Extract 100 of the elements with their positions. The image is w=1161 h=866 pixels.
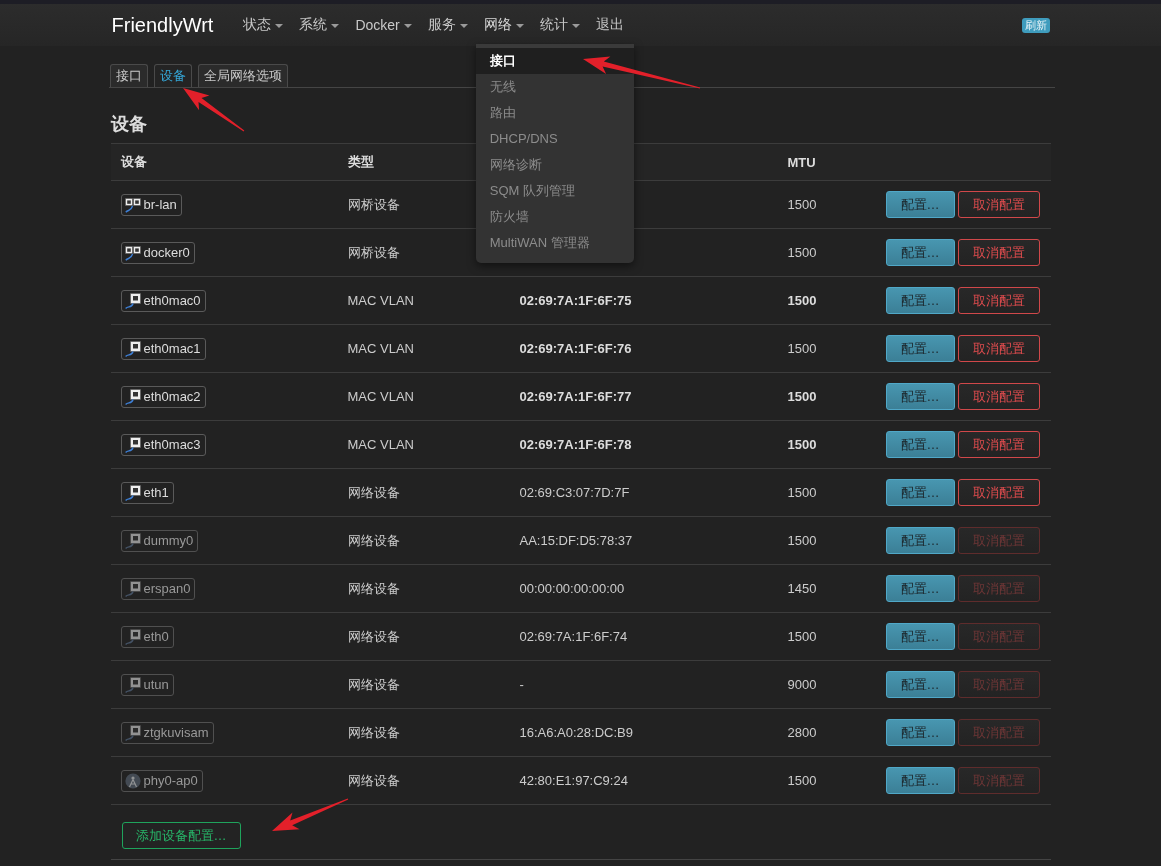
device-type: MAC VLAN	[347, 389, 414, 404]
nav-menu-item[interactable]: 状态	[235, 4, 292, 46]
nav-menu-item[interactable]: 网络	[475, 4, 532, 46]
configure-button[interactable]: 配置…	[885, 335, 955, 362]
configure-button[interactable]: 配置…	[885, 479, 955, 506]
mtu-value: 1500	[787, 197, 817, 212]
device-type: MAC VLAN	[347, 437, 414, 452]
device-name: eth0mac1	[143, 341, 201, 356]
unconfigure-button[interactable]: 取消配置	[957, 191, 1040, 218]
configure-button[interactable]: 配置…	[885, 623, 955, 650]
ethernet-port-icon	[124, 676, 141, 693]
device-name: eth0mac2	[143, 389, 201, 404]
ethernet-port-icon	[124, 484, 141, 501]
device-type: MAC VLAN	[347, 341, 414, 356]
mtu-value: 1500	[787, 245, 817, 260]
ethernet-port-icon	[124, 580, 141, 597]
mac-address: 00:00:00:00:00:00	[519, 581, 625, 596]
device-type: 网络设备	[347, 580, 400, 596]
configure-button[interactable]: 配置…	[885, 239, 955, 266]
dropdown-menu-item[interactable]: 路由	[475, 100, 634, 126]
device-type: 网桥设备	[347, 196, 400, 212]
unconfigure-button[interactable]: 取消配置	[957, 479, 1040, 506]
caret-icon	[275, 23, 284, 28]
unconfigure-button[interactable]: 取消配置	[957, 239, 1040, 266]
device-name: dummy0	[143, 533, 194, 548]
mac-address: 16:A6:A0:28:DC:B9	[519, 725, 633, 740]
dropdown-menu-item[interactable]: 无线	[475, 74, 634, 100]
dropdown-menu-item[interactable]: SQM 队列管理	[475, 178, 634, 204]
configure-button[interactable]: 配置…	[885, 191, 955, 218]
antenna-icon	[124, 772, 141, 789]
configure-button[interactable]: 配置…	[885, 719, 955, 746]
unconfigure-button[interactable]: 取消配置	[957, 431, 1040, 458]
configure-button[interactable]: 配置…	[885, 431, 955, 458]
caret-icon	[515, 23, 524, 28]
device-name: docker0	[143, 245, 190, 260]
device-name: eth0mac0	[143, 293, 201, 308]
dropdown-menu-item[interactable]: DHCP/DNS	[475, 126, 634, 152]
device-type: 网桥设备	[347, 244, 400, 260]
device-type: 网络设备	[347, 532, 400, 548]
refresh-badge[interactable]: 刷新	[1021, 17, 1050, 33]
mac-address: 02:69:7A:1F:6F:75	[519, 293, 632, 308]
add-device-config-button[interactable]: 添加设备配置…	[121, 822, 241, 849]
device-name: phy0-ap0	[143, 773, 198, 788]
ethernet-port-icon	[124, 436, 141, 453]
mac-address: 02:69:7A:1F:6F:77	[519, 389, 632, 404]
mtu-value: 1500	[787, 293, 817, 308]
mtu-value: 1500	[787, 341, 817, 356]
bridge-icon	[124, 244, 141, 261]
device-type: MAC VLAN	[347, 293, 414, 308]
column-header: 设备	[120, 153, 147, 171]
configure-button[interactable]: 配置…	[885, 527, 955, 554]
mtu-value: 9000	[787, 677, 817, 692]
dropdown-menu-item[interactable]: 接口	[475, 48, 634, 74]
dropdown-menu-item[interactable]: MultiWAN 管理器	[475, 230, 634, 256]
brand-name[interactable]: FriendlyWrt	[111, 13, 214, 37]
mac-address: 02:69:7A:1F:6F:76	[519, 341, 632, 356]
mtu-value: 1500	[787, 773, 817, 788]
nav-menu-item[interactable]: 退出	[587, 4, 632, 46]
configure-button[interactable]: 配置…	[885, 287, 955, 314]
nav-menu-item[interactable]: 服务	[419, 4, 476, 46]
ethernet-port-icon	[124, 724, 141, 741]
ethernet-port-icon	[124, 340, 141, 357]
tab[interactable]: 设备	[153, 64, 192, 87]
dropdown-menu-item[interactable]: 网络诊断	[475, 152, 634, 178]
mac-address: -	[519, 677, 524, 692]
configure-button[interactable]: 配置…	[885, 671, 955, 698]
bridge-icon	[124, 196, 141, 213]
mac-address: 42:80:E1:97:C9:24	[519, 773, 628, 788]
configure-button[interactable]: 配置…	[885, 575, 955, 602]
tab[interactable]: 全局网络选项	[197, 64, 288, 87]
mtu-value: 1500	[787, 437, 817, 452]
ethernet-port-icon	[124, 388, 141, 405]
mtu-value: 1450	[787, 581, 817, 596]
device-name: eth0mac3	[143, 437, 201, 452]
mac-address: AA:15:DF:D5:78:37	[519, 533, 633, 548]
mac-address: 02:69:C3:07:7D:7F	[519, 485, 630, 500]
nav-menu-item[interactable]: 统计	[531, 4, 588, 46]
device-name: eth1	[143, 485, 169, 500]
configure-button[interactable]: 配置…	[885, 383, 955, 410]
unconfigure-button[interactable]: 取消配置	[957, 383, 1040, 410]
unconfigure-button[interactable]: 取消配置	[957, 287, 1040, 314]
caret-icon	[459, 23, 468, 28]
tab[interactable]: 接口	[109, 64, 148, 87]
unconfigure-button[interactable]: 取消配置	[957, 335, 1040, 362]
dropdown-menu-item[interactable]: 防火墙	[475, 204, 634, 230]
ethernet-port-icon	[124, 292, 141, 309]
mac-address: 02:69:7A:1F:6F:78	[519, 437, 632, 452]
device-type: 网络设备	[347, 772, 400, 788]
device-type: 网络设备	[347, 628, 400, 644]
configure-button[interactable]: 配置…	[885, 767, 955, 794]
caret-icon	[403, 23, 412, 28]
column-header: 类型	[347, 153, 374, 171]
caret-icon	[571, 23, 580, 28]
nav-menu-item[interactable]: 系统	[291, 4, 348, 46]
device-type: 网络设备	[347, 724, 400, 740]
device-type: 网络设备	[347, 484, 400, 500]
mtu-value: 1500	[787, 389, 817, 404]
device-name: utun	[143, 677, 169, 692]
nav-menu-item[interactable]: Docker	[347, 4, 420, 46]
column-header: MTU	[787, 154, 816, 170]
